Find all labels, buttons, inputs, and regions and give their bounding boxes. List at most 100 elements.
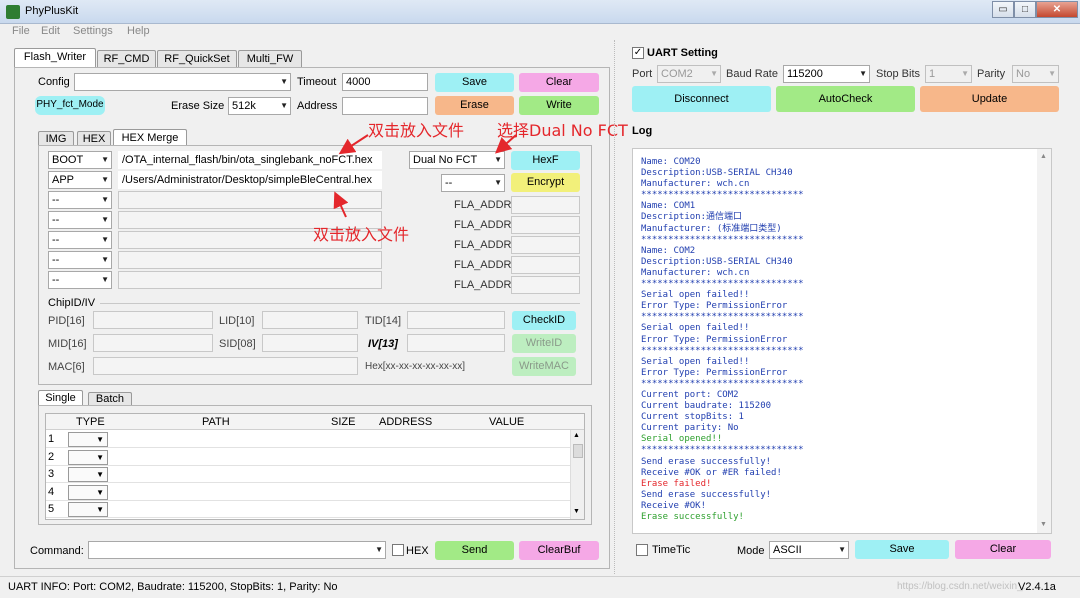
maximize-button[interactable]: □ (1014, 1, 1036, 18)
hex-type-select[interactable]: -- ▼ (48, 271, 112, 289)
timeout-input[interactable]: 4000 (342, 73, 428, 91)
menu-settings[interactable]: Settings (73, 25, 113, 37)
hex-checkbox[interactable] (392, 544, 404, 556)
lid-input[interactable] (262, 311, 358, 329)
tab-batch[interactable]: Batch (88, 392, 132, 406)
log-line: Manufacturer: (标准端口类型) (641, 223, 782, 234)
timetic-checkbox[interactable] (636, 544, 648, 556)
config-select[interactable]: ▼ (74, 73, 291, 91)
mac-input[interactable] (93, 357, 358, 375)
scroll-down-icon[interactable]: ▼ (1040, 521, 1047, 528)
writemac-button[interactable]: WriteMAC (512, 357, 576, 376)
tab-single[interactable]: Single (38, 390, 83, 406)
checkid-button[interactable]: CheckID (512, 311, 576, 330)
table-row[interactable]: 4 ▼ (46, 484, 570, 501)
iv-input[interactable] (407, 334, 505, 352)
address-input[interactable] (342, 97, 428, 115)
table-row[interactable]: 3 ▼ (46, 466, 570, 483)
row-type-select[interactable]: ▼ (68, 484, 108, 500)
subtab-img[interactable]: IMG (38, 131, 74, 146)
command-input[interactable]: ▼ (88, 541, 386, 559)
table-scrollbar[interactable]: ▲ ▼ (570, 430, 584, 519)
fct-mode-badge[interactable]: PHY_fct_Mode (35, 96, 105, 115)
hex-type-select[interactable]: APP ▼ (48, 171, 112, 189)
hex-type-select[interactable]: -- ▼ (48, 191, 112, 209)
tab-flash-writer[interactable]: Flash_Writer (14, 48, 96, 68)
table-row[interactable]: 1 ▼ (46, 431, 570, 448)
stopbits-select[interactable]: 1 ▼ (925, 65, 972, 83)
chevron-down-icon: ▼ (1048, 69, 1056, 78)
baud-select[interactable]: 115200 ▼ (783, 65, 870, 83)
clearbuf-button[interactable]: ClearBuf (519, 541, 599, 560)
hex-path-input[interactable] (118, 271, 382, 289)
clear-button[interactable]: Clear (519, 73, 599, 92)
chevron-down-icon: ▼ (859, 69, 867, 78)
log-save-button[interactable]: Save (855, 540, 949, 559)
hex-type-select[interactable]: -- ▼ (48, 231, 112, 249)
log-text: Name: COM20 Description:USB-SERIAL CH340 M… (641, 157, 804, 523)
tab-multi-fw[interactable]: Multi_FW (238, 50, 302, 68)
fla-addr-input[interactable] (511, 236, 580, 254)
chevron-down-icon: ▼ (101, 155, 109, 164)
menu-help[interactable]: Help (127, 25, 150, 37)
scroll-up-icon[interactable]: ▲ (573, 432, 580, 439)
autocheck-button[interactable]: AutoCheck (776, 86, 915, 112)
baud-label: Baud Rate (726, 68, 778, 80)
mid-input[interactable] (93, 334, 213, 352)
table-row[interactable]: 5 ▼ (46, 501, 570, 518)
scroll-up-icon[interactable]: ▲ (1040, 153, 1047, 160)
mac-label: MAC[6] (48, 361, 85, 373)
hex-type-select[interactable]: -- ▼ (48, 251, 112, 269)
disconnect-button[interactable]: Disconnect (632, 86, 771, 112)
uart-checkbox[interactable]: ✓ (632, 47, 644, 59)
menu-file[interactable]: File (12, 25, 30, 37)
hex-type-select[interactable]: -- ▼ (48, 211, 112, 229)
row-type-select[interactable]: ▼ (68, 467, 108, 482)
write-button[interactable]: Write (519, 96, 599, 115)
table-row[interactable]: 2 ▼ (46, 449, 570, 466)
row-type-select[interactable]: ▼ (68, 432, 108, 447)
tid-input[interactable] (407, 311, 505, 329)
sid-label: SID[08] (219, 338, 256, 350)
parity-select[interactable]: No ▼ (1012, 65, 1059, 83)
app-icon (6, 5, 20, 19)
update-button[interactable]: Update (920, 86, 1059, 112)
minimize-button[interactable]: ▭ (992, 1, 1014, 18)
sid-input[interactable] (262, 334, 358, 352)
subtab-hex[interactable]: HEX (77, 131, 111, 146)
fla-addr-input[interactable] (511, 276, 580, 294)
splitter[interactable] (614, 40, 620, 574)
tab-rf-cmd[interactable]: RF_CMD (97, 50, 156, 68)
erase-size-select[interactable]: 512k ▼ (228, 97, 291, 115)
port-select[interactable]: COM2 ▼ (657, 65, 721, 83)
pid-input[interactable] (93, 311, 213, 329)
row-number: 5 (48, 503, 55, 515)
erase-button[interactable]: Erase (435, 96, 514, 115)
row-type-select[interactable]: ▼ (68, 449, 108, 465)
save-button[interactable]: Save (435, 73, 514, 92)
close-button[interactable]: ✕ (1036, 1, 1078, 18)
scroll-down-icon[interactable]: ▼ (573, 508, 580, 515)
chevron-down-icon: ▼ (375, 545, 383, 554)
writeid-button[interactable]: WriteID (512, 334, 576, 353)
log-clear-button[interactable]: Clear (955, 540, 1051, 559)
log-line: ****************************** (641, 190, 804, 201)
log-line: Error Type: PermissionError (641, 301, 788, 312)
subtab-hex-merge[interactable]: HEX Merge (113, 129, 187, 146)
mid-label: MID[16] (48, 338, 87, 350)
fla-addr-input[interactable] (511, 256, 580, 274)
arrow-to-app-path (333, 191, 349, 218)
hex-path-input[interactable] (118, 251, 382, 269)
version-text: V2.4.1a (1018, 581, 1056, 593)
window-title: PhyPlusKit (25, 5, 79, 17)
log-scrollbar[interactable]: ▲ ▼ (1037, 149, 1051, 533)
stopbits-label: Stop Bits (876, 68, 921, 80)
mode-select[interactable]: ASCII ▼ (769, 541, 849, 559)
port-label: Port (632, 68, 653, 80)
tab-rf-quickset[interactable]: RF_QuickSet (157, 50, 237, 68)
send-button[interactable]: Send (435, 541, 514, 560)
row-type-select[interactable]: ▼ (68, 502, 108, 517)
hex-type-select[interactable]: BOOT ▼ (48, 151, 112, 169)
scroll-thumb[interactable] (573, 444, 583, 458)
menu-edit[interactable]: Edit (41, 25, 60, 37)
